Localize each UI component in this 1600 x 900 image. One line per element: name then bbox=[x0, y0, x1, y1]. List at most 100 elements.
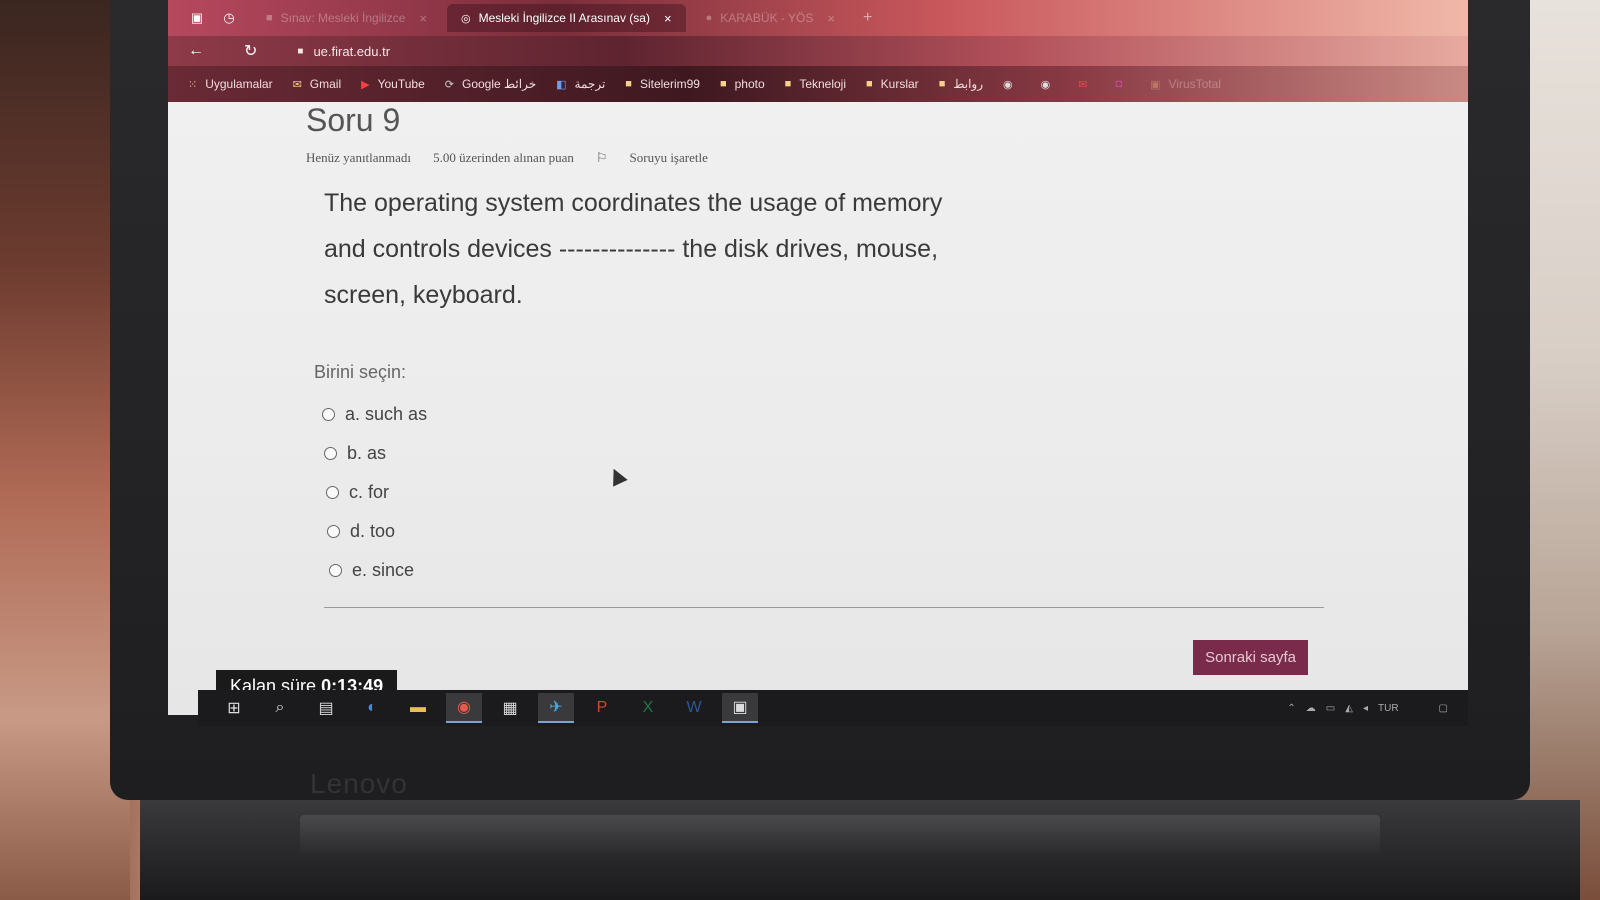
bookmark-google-maps[interactable]: ⟳ Google خرائط bbox=[445, 77, 536, 91]
system-tray: ⌃ ☁ ▭ ◭ ◂ TUR ▢ bbox=[1277, 703, 1468, 714]
apps-icon: ⁙ bbox=[188, 78, 198, 91]
tab-label: KARABÜK - YÖS bbox=[720, 11, 814, 25]
bookmark-mail[interactable]: ✉ bbox=[1078, 78, 1095, 91]
question-info: Henüz yanıtlanmadı 5.00 üzerinden alınan… bbox=[306, 150, 752, 166]
bookmark-instagram[interactable]: ◘ bbox=[1115, 78, 1130, 90]
tab-active-exam[interactable]: ◎ Mesleki İngilizce II Arasınav (sa) × bbox=[446, 4, 686, 32]
option-text: since bbox=[372, 560, 415, 580]
bookmark-sitelerim[interactable]: ■ Sitelerim99 bbox=[625, 77, 700, 91]
bookmark-label: ترجمة bbox=[574, 77, 606, 91]
bookmark-apps[interactable]: ⁙ Uygulamalar bbox=[188, 77, 273, 91]
answer-options: a. such as b. as c. for d. too e. since bbox=[322, 395, 427, 590]
close-icon[interactable]: × bbox=[419, 11, 427, 26]
question-text-line: The operating system coordinates the usa… bbox=[324, 189, 943, 217]
virustotal-icon: ▣ bbox=[1150, 78, 1161, 91]
radio-button[interactable] bbox=[326, 486, 339, 499]
question-text-line: screen, keyboard. bbox=[324, 281, 523, 309]
task-view-icon[interactable]: ▤ bbox=[308, 693, 344, 723]
tab-label: Sınav: Mesleki İngilizce bbox=[280, 11, 406, 25]
close-icon[interactable]: × bbox=[664, 11, 672, 26]
store-icon[interactable]: ▦ bbox=[492, 693, 528, 723]
folder-icon: ■ bbox=[784, 78, 792, 90]
tab-exam[interactable]: ■ Sınav: Mesleki İngilizce × bbox=[252, 4, 441, 32]
option-text: such as bbox=[365, 404, 428, 424]
folder-icon: ■ bbox=[719, 78, 727, 90]
option-c[interactable]: c. for bbox=[326, 473, 427, 512]
gmail-icon: ✉ bbox=[292, 78, 302, 91]
question-title: Soru 9 bbox=[306, 102, 401, 138]
language-indicator[interactable]: TUR bbox=[1378, 703, 1399, 714]
chrome-icon[interactable]: ◉ bbox=[446, 693, 482, 723]
answer-prompt: Birini seçin: bbox=[314, 362, 407, 382]
battery-icon[interactable]: ▭ bbox=[1326, 703, 1335, 714]
next-page-button[interactable]: Sonraki sayfa bbox=[1193, 640, 1308, 675]
edge-icon[interactable]: ◐ bbox=[354, 693, 390, 723]
bookmark-globe-2[interactable]: ◉ bbox=[1041, 78, 1059, 91]
content-divider bbox=[324, 607, 1324, 608]
mouse-cursor-icon bbox=[606, 465, 628, 487]
cloud-icon[interactable]: ☁ bbox=[1306, 703, 1316, 714]
radio-button[interactable] bbox=[327, 525, 340, 538]
radio-button[interactable] bbox=[329, 564, 342, 577]
globe-icon: ◉ bbox=[1040, 78, 1051, 91]
option-letter: e. bbox=[352, 560, 368, 580]
folder-icon: ■ bbox=[625, 78, 632, 90]
bookmark-label: VirusTotal bbox=[1168, 77, 1221, 91]
bookmark-youtube[interactable]: ▶ YouTube bbox=[361, 77, 425, 91]
volume-icon[interactable]: ◂ bbox=[1363, 703, 1368, 714]
bookmark-photo[interactable]: ■ photo bbox=[720, 77, 765, 91]
file-explorer-icon[interactable]: ▬ bbox=[400, 693, 436, 723]
bookmark-globe-1[interactable]: ◉ bbox=[1003, 78, 1021, 91]
option-d[interactable]: d. too bbox=[327, 512, 427, 551]
radio-button[interactable] bbox=[322, 408, 335, 421]
tab-karabuk[interactable]: ● KARABÜK - YÖS × bbox=[692, 4, 849, 32]
bookmark-links[interactable]: ■ روابط bbox=[939, 77, 983, 91]
bookmark-translate[interactable]: ◧ ترجمة bbox=[556, 77, 605, 91]
bookmark-label: Tekneloji bbox=[799, 77, 847, 91]
chevron-up-icon[interactable]: ⌃ bbox=[1287, 703, 1295, 714]
telegram-icon[interactable]: ✈ bbox=[538, 693, 574, 723]
option-letter: c. bbox=[349, 482, 364, 502]
word-icon[interactable]: W bbox=[676, 693, 712, 723]
bookmark-label: Gmail bbox=[309, 77, 342, 91]
laptop-brand: Lenovo bbox=[310, 768, 408, 799]
back-icon[interactable]: ← bbox=[188, 42, 204, 60]
app-icon[interactable]: ▣ bbox=[722, 693, 758, 723]
reload-icon[interactable]: ↻ bbox=[244, 41, 257, 61]
notification-icon[interactable]: ▢ bbox=[1439, 703, 1448, 714]
tab-favicon: ■ bbox=[266, 12, 273, 24]
network-icon[interactable]: ◭ bbox=[1345, 703, 1353, 714]
powerpoint-icon[interactable]: P bbox=[584, 693, 620, 723]
window-menu-icon[interactable]: ▣ bbox=[188, 9, 206, 27]
start-icon[interactable]: ⊞ bbox=[216, 693, 252, 723]
windows-taskbar: ⊞ ⌕ ▤ ◐ ▬ ◉ ▦ ✈ P X W ▣ ⌃ ☁ ▭ ◭ ◂ TUR ▢ bbox=[198, 690, 1468, 726]
history-icon[interactable]: ◷ bbox=[220, 9, 238, 27]
option-e[interactable]: e. since bbox=[329, 551, 427, 590]
bookmark-virustotal[interactable]: ▣ VirusTotal bbox=[1150, 77, 1221, 91]
bookmark-kurslar[interactable]: ■ Kurslar bbox=[866, 77, 919, 91]
question-text: The operating system coordinates the usa… bbox=[324, 180, 1004, 318]
translate-icon: ◧ bbox=[556, 78, 567, 91]
option-b[interactable]: b. as bbox=[324, 434, 427, 473]
url-field[interactable]: ue.firat.edu.tr bbox=[313, 44, 390, 59]
search-icon[interactable]: ⌕ bbox=[262, 693, 298, 723]
bookmark-label: Kurslar bbox=[880, 77, 919, 91]
bookmark-label: روابط bbox=[953, 77, 983, 91]
mail-icon: ✉ bbox=[1078, 78, 1088, 91]
radio-button[interactable] bbox=[324, 447, 337, 460]
flag-question-link[interactable]: ⚐ Soruyu işaretle bbox=[596, 150, 730, 166]
close-icon[interactable]: × bbox=[827, 11, 835, 26]
bookmark-gmail[interactable]: ✉ Gmail bbox=[293, 77, 342, 91]
new-tab-icon[interactable]: + bbox=[863, 9, 872, 27]
bookmark-label: Uygulamalar bbox=[205, 77, 273, 91]
option-text: as bbox=[367, 443, 387, 463]
option-a[interactable]: a. such as bbox=[322, 395, 427, 434]
bookmarks-bar: ⁙ Uygulamalar ✉ Gmail ▶ YouTube ⟳ Google خرا… bbox=[168, 66, 1468, 102]
youtube-icon: ▶ bbox=[361, 78, 370, 91]
globe-icon: ◉ bbox=[1003, 78, 1013, 91]
excel-icon[interactable]: X bbox=[630, 693, 666, 723]
bookmark-tekneloji[interactable]: ■ Tekneloji bbox=[785, 77, 846, 91]
laptop-screen: ▣ ◷ ■ Sınav: Mesleki İngilizce × ◎ Mesle… bbox=[168, 0, 1468, 715]
bookmark-label: Google خرائط bbox=[461, 77, 537, 91]
address-bar: ← ↻ ■ ue.firat.edu.tr bbox=[168, 36, 1468, 66]
